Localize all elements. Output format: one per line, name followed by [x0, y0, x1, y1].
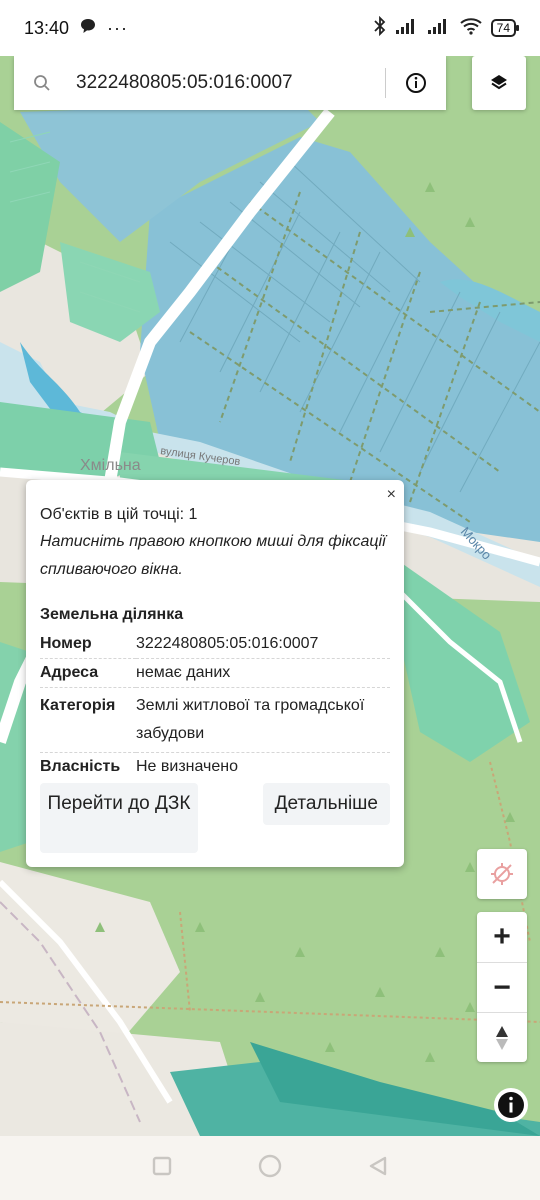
layers-icon — [491, 75, 507, 90]
location-disabled-icon — [491, 863, 513, 885]
compass-icon — [496, 1025, 508, 1050]
info-icon — [498, 1092, 524, 1118]
objects-count: Об'єктів в цій точці: 1 — [40, 506, 198, 523]
geolocation-button[interactable] — [477, 849, 527, 899]
signal-icon — [395, 17, 419, 39]
wifi-icon — [459, 17, 483, 39]
status-time: 13:40 — [24, 17, 70, 38]
status-bar: 13:40 ··· 74 — [0, 0, 540, 56]
back-triangle-icon — [369, 1156, 387, 1175]
parcel-popup: × Об'єктів в цій точці: 1 Натисніть прав… — [26, 480, 404, 867]
back-button[interactable] — [367, 1155, 389, 1182]
battery-indicator: 74 — [490, 19, 520, 37]
home-button[interactable] — [257, 1153, 283, 1184]
chat-bubble-icon — [79, 17, 97, 40]
table-row: Категорія Землі житлової та громадської … — [40, 687, 390, 753]
search-icon — [14, 74, 70, 92]
go-to-dzk-button[interactable]: Перейти до ДЗК — [40, 783, 198, 853]
layers-button[interactable] — [472, 56, 526, 110]
row-value: Не визначено — [136, 758, 239, 775]
popup-actions: Перейти до ДЗК Детальніше — [40, 783, 390, 853]
zoom-in-button[interactable]: + — [477, 912, 527, 962]
parcel-info-table: Номер 3222480805:05:016:0007 Адреса нема… — [40, 630, 390, 781]
row-value: немає даних — [136, 658, 390, 688]
table-row: Власність Не визначено — [40, 753, 390, 782]
circle-icon — [258, 1154, 282, 1177]
row-label: Категорія — [40, 687, 136, 753]
search-bar — [14, 56, 446, 110]
details-button[interactable]: Детальніше — [262, 783, 390, 825]
square-icon — [152, 1156, 172, 1175]
zoom-controls: + − — [477, 912, 527, 1062]
row-value: Землі житлової та громадської забудови — [136, 687, 390, 753]
table-row: Адреса немає даних — [40, 658, 390, 688]
row-value: 3222480805:05:016:0007 — [136, 630, 390, 659]
info-button[interactable] — [386, 56, 446, 110]
attribution-button[interactable] — [494, 1088, 528, 1122]
search-input[interactable] — [70, 56, 385, 110]
recents-button[interactable] — [151, 1155, 173, 1182]
row-label: Власність — [40, 758, 121, 775]
signal-icon-2 — [427, 17, 451, 39]
android-nav-bar — [0, 1136, 540, 1200]
row-label: Номер — [40, 630, 136, 659]
compass-button[interactable] — [477, 1012, 527, 1062]
more-dots: ··· — [107, 17, 129, 38]
popup-close-button[interactable]: × — [387, 486, 396, 504]
row-label: Адреса — [40, 658, 136, 688]
zoom-out-button[interactable]: − — [477, 962, 527, 1012]
bluetooth-icon — [373, 15, 387, 40]
table-row: Номер 3222480805:05:016:0007 — [40, 630, 390, 659]
village-label: Хмільна — [80, 457, 141, 474]
info-icon — [406, 73, 426, 93]
section-title: Земельна ділянка — [40, 606, 184, 623]
popup-hint: Натисніть правою кнопкою миші для фіксац… — [40, 533, 386, 578]
